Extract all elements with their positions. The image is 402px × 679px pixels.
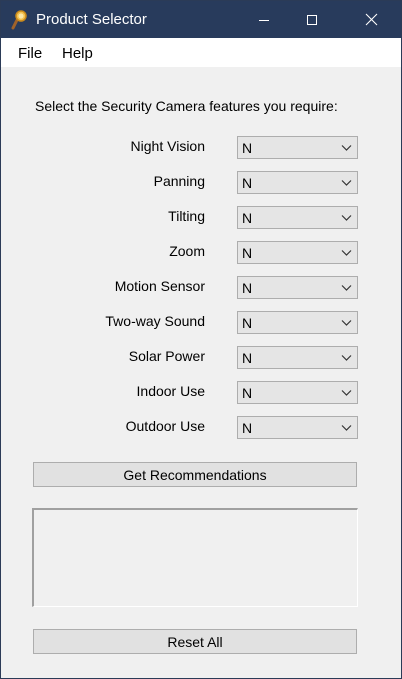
select-tilting[interactable]: N bbox=[237, 206, 358, 229]
select-outdoor-use[interactable]: N bbox=[237, 416, 358, 439]
label-zoom: Zoom bbox=[169, 243, 205, 259]
label-night-vision: Night Vision bbox=[130, 138, 205, 154]
chevron-down-icon bbox=[341, 285, 352, 291]
label-indoor-use: Indoor Use bbox=[136, 383, 205, 399]
label-panning: Panning bbox=[153, 173, 205, 189]
combo-value: N bbox=[242, 140, 253, 156]
chevron-down-icon bbox=[341, 355, 352, 361]
select-two-way-sound[interactable]: N bbox=[237, 311, 358, 334]
menu-help[interactable]: Help bbox=[62, 45, 93, 62]
chevron-down-icon bbox=[341, 250, 352, 256]
minimize-button[interactable] bbox=[241, 1, 287, 38]
label-tilting: Tilting bbox=[168, 208, 205, 224]
menu-file[interactable]: File bbox=[18, 45, 42, 62]
combo-value: N bbox=[242, 420, 253, 436]
menu-bar: File Help bbox=[1, 38, 401, 67]
select-indoor-use[interactable]: N bbox=[237, 381, 358, 404]
minimize-icon bbox=[259, 19, 269, 21]
label-motion-sensor: Motion Sensor bbox=[114, 278, 205, 294]
close-button[interactable] bbox=[348, 1, 394, 38]
chevron-down-icon bbox=[341, 180, 352, 186]
chevron-down-icon bbox=[341, 320, 352, 326]
select-motion-sensor[interactable]: N bbox=[237, 276, 358, 299]
select-panning[interactable]: N bbox=[237, 171, 358, 194]
select-zoom[interactable]: N bbox=[237, 241, 358, 264]
combo-value: N bbox=[242, 350, 253, 366]
combo-value: N bbox=[242, 175, 253, 191]
chevron-down-icon bbox=[341, 215, 352, 221]
chevron-down-icon bbox=[341, 390, 352, 396]
select-night-vision[interactable]: N bbox=[237, 136, 358, 159]
label-solar-power: Solar Power bbox=[128, 348, 205, 364]
combo-value: N bbox=[242, 245, 253, 261]
chevron-down-icon bbox=[341, 145, 352, 151]
maximize-icon bbox=[307, 14, 317, 25]
close-icon bbox=[365, 13, 377, 26]
reset-all-button[interactable]: Reset All bbox=[33, 629, 357, 654]
combo-value: N bbox=[242, 210, 253, 226]
combo-value: N bbox=[242, 385, 253, 401]
combo-value: N bbox=[242, 315, 253, 331]
product-selector-window: Product Selector File Help Select the Se… bbox=[0, 0, 402, 679]
title-bar[interactable]: Product Selector bbox=[1, 1, 401, 38]
get-recommendations-button[interactable]: Get Recommendations bbox=[33, 462, 357, 487]
window-title: Product Selector bbox=[36, 11, 147, 28]
magnifier-icon bbox=[11, 10, 29, 30]
recommendations-output[interactable] bbox=[32, 508, 358, 607]
label-two-way-sound: Two-way Sound bbox=[105, 313, 205, 329]
instruction-text: Select the Security Camera features you … bbox=[35, 98, 338, 114]
select-solar-power[interactable]: N bbox=[237, 346, 358, 369]
chevron-down-icon bbox=[341, 425, 352, 431]
combo-value: N bbox=[242, 280, 253, 296]
maximize-button[interactable] bbox=[289, 1, 335, 38]
label-outdoor-use: Outdoor Use bbox=[125, 418, 205, 434]
